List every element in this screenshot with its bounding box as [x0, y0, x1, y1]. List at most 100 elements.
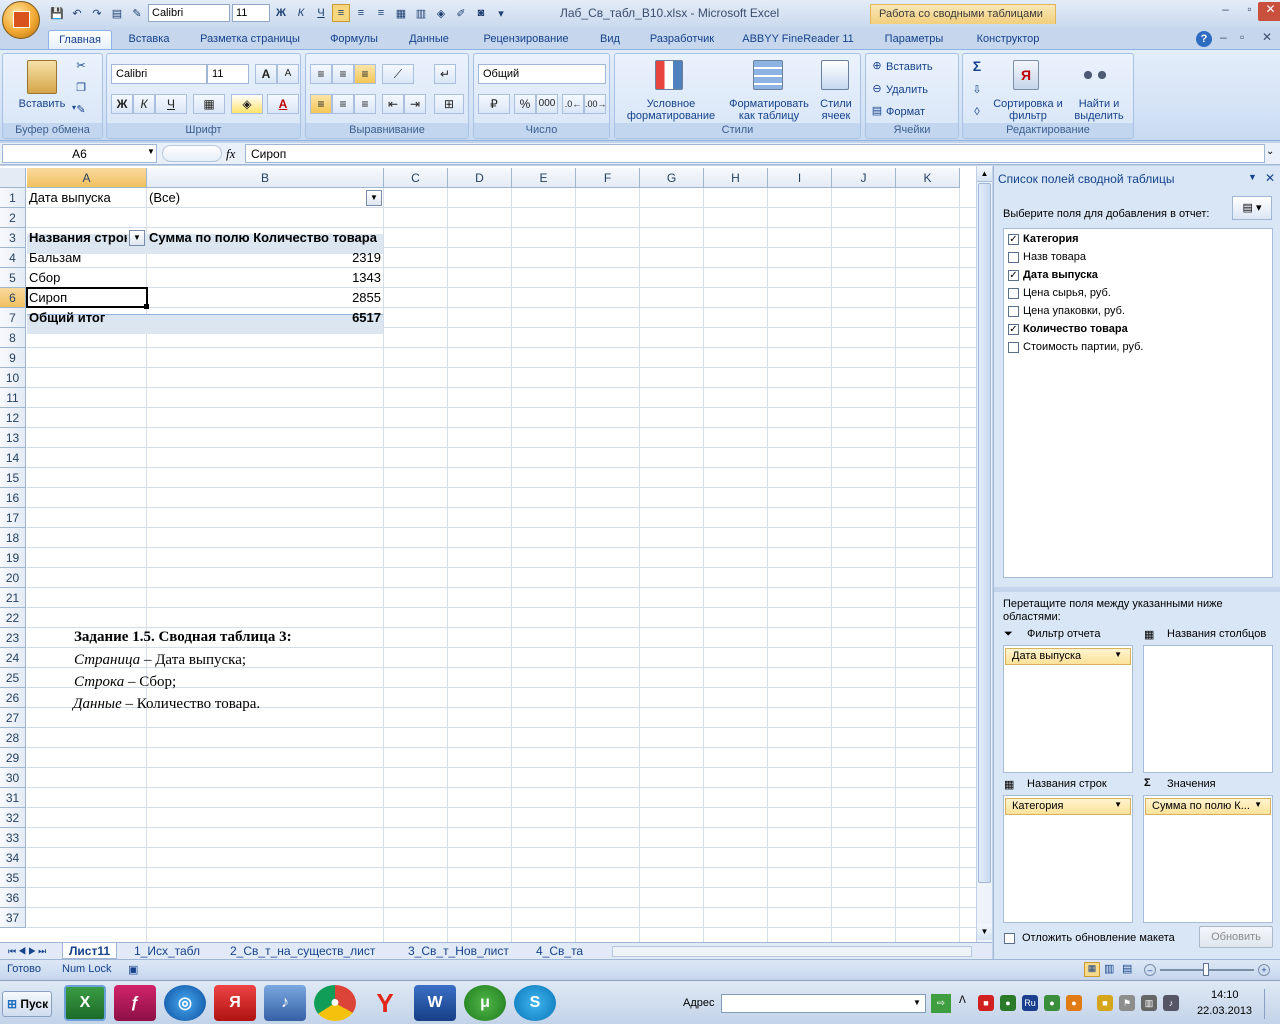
conditional-formatting-button[interactable]: Условное форматирование: [617, 98, 725, 122]
workbook-close-icon[interactable]: ✕: [1262, 30, 1272, 44]
tray-app-icon[interactable]: ●: [1044, 995, 1060, 1011]
find-select-button[interactable]: Найти и выделить: [1067, 98, 1131, 122]
row-header[interactable]: 32: [0, 808, 26, 828]
column-header-d[interactable]: D: [448, 168, 512, 188]
align-center-icon[interactable]: ≡: [352, 4, 370, 22]
media-taskbar-icon[interactable]: ♪: [264, 985, 306, 1021]
increase-indent-icon[interactable]: ⇥: [404, 94, 426, 114]
row-header[interactable]: 22: [0, 608, 26, 628]
save-icon[interactable]: 💾: [48, 4, 66, 22]
pivot-row-header[interactable]: Названия строк: [27, 228, 127, 248]
field-item[interactable]: Цена сырья, руб.: [1008, 284, 1111, 302]
pivot-item-name[interactable]: Сбор: [27, 268, 147, 288]
pivot-filter-label[interactable]: Дата выпуска: [27, 188, 147, 208]
page-layout-view-icon[interactable]: ▥: [1104, 962, 1114, 975]
paste-button[interactable]: Вставить: [7, 98, 77, 110]
field-item[interactable]: ✓ Количество товара: [1008, 320, 1128, 338]
utorrent-taskbar-icon[interactable]: μ: [464, 985, 506, 1021]
sheet-tab[interactable]: 1_Исх_табл: [128, 943, 206, 959]
normal-view-icon[interactable]: ▦: [1084, 962, 1100, 977]
yandex-taskbar-icon[interactable]: Я: [214, 985, 256, 1021]
pivot-total-value[interactable]: 6517: [147, 308, 383, 328]
column-header-f[interactable]: F: [576, 168, 640, 188]
qat-italic-button[interactable]: К: [292, 4, 310, 22]
tray-app-icon[interactable]: ■: [978, 995, 994, 1011]
column-header-j[interactable]: J: [832, 168, 896, 188]
center-ribbon-icon[interactable]: ≡: [332, 94, 354, 114]
field-checkbox[interactable]: ✓: [1008, 233, 1019, 245]
clock-time[interactable]: 14:10: [1211, 989, 1239, 1001]
go-icon[interactable]: ⇨: [931, 994, 951, 1013]
show-desktop-button[interactable]: [1264, 989, 1278, 1019]
vertical-scrollbar[interactable]: ▲ ▼: [976, 166, 992, 942]
italic-button[interactable]: К: [133, 94, 155, 114]
value-field-chip[interactable]: Сумма по полю К... ▼: [1145, 798, 1271, 815]
orientation-icon[interactable]: ⟋: [382, 64, 414, 84]
pivot-item-value[interactable]: 1343: [147, 268, 383, 288]
number-format-select[interactable]: Общий: [478, 64, 606, 84]
font-name-select[interactable]: Calibri: [111, 64, 207, 84]
chip-dropdown-icon[interactable]: ▼: [1114, 650, 1122, 659]
language-indicator[interactable]: Ru: [1022, 995, 1038, 1011]
clock-date[interactable]: 22.03.2013: [1197, 1005, 1252, 1017]
row-header[interactable]: 5: [0, 268, 26, 288]
field-item[interactable]: ✓ Категория: [1008, 230, 1079, 248]
start-button[interactable]: ⊞ Пуск: [2, 991, 52, 1017]
wrap-text-icon[interactable]: ↵: [434, 64, 456, 84]
column-header-h[interactable]: H: [704, 168, 768, 188]
horizontal-scrollbar[interactable]: [612, 946, 972, 957]
field-item[interactable]: Назв товара: [1008, 248, 1086, 266]
chrome-taskbar-icon[interactable]: ●: [314, 985, 356, 1021]
row-header[interactable]: 19: [0, 548, 26, 568]
tab-developer[interactable]: Разработчик: [640, 30, 724, 50]
sheet-nav-icon[interactable]: ⏮◀▶⏭: [2, 943, 54, 959]
row-header[interactable]: 7: [0, 308, 26, 328]
row-header[interactable]: 36: [0, 888, 26, 908]
macro-record-icon[interactable]: ▣: [128, 963, 138, 976]
font-color-button[interactable]: A: [267, 94, 299, 114]
row-header[interactable]: 8: [0, 328, 26, 348]
tab-home[interactable]: Главная: [48, 30, 112, 50]
insert-function-button[interactable]: fx: [226, 146, 235, 162]
help-icon[interactable]: ?: [1196, 31, 1212, 47]
row-header[interactable]: 17: [0, 508, 26, 528]
field-item[interactable]: Цена упаковки, руб.: [1008, 302, 1125, 320]
clear-icon[interactable]: ◊: [967, 106, 987, 118]
ribbon-restore-icon[interactable]: ▫: [1240, 30, 1244, 44]
format-as-table-button[interactable]: Форматировать как таблицу: [725, 98, 813, 122]
column-header-k[interactable]: K: [896, 168, 960, 188]
expand-formula-icon[interactable]: ⌄: [1266, 146, 1274, 157]
tab-options[interactable]: Параметры: [872, 30, 956, 50]
address-input[interactable]: [721, 994, 926, 1013]
align-bottom-icon[interactable]: ≡: [354, 64, 376, 84]
row-header[interactable]: 4: [0, 248, 26, 268]
skype-taskbar-icon[interactable]: S: [514, 985, 556, 1021]
tab-abbyy[interactable]: ABBYY FineReader 11: [736, 30, 860, 50]
update-button[interactable]: Обновить: [1199, 926, 1273, 948]
zoom-in-icon[interactable]: +: [1258, 964, 1270, 976]
format-painter-ribbon-icon[interactable]: ✎: [73, 104, 89, 116]
sort-filter-button[interactable]: Сортировка и фильтр: [993, 98, 1063, 122]
tab-review[interactable]: Рецензирование: [472, 30, 580, 50]
row-header[interactable]: 27: [0, 708, 26, 728]
tray-app-icon[interactable]: ■: [1097, 995, 1113, 1011]
merge-center-icon[interactable]: ⊞: [434, 94, 464, 114]
row-header[interactable]: 11: [0, 388, 26, 408]
defer-update-checkbox[interactable]: [1004, 933, 1015, 944]
row-header[interactable]: 16: [0, 488, 26, 508]
row-header[interactable]: 6: [0, 288, 26, 308]
borders-icon[interactable]: ▦: [193, 94, 225, 114]
increase-decimal-icon[interactable]: .0←: [562, 94, 584, 114]
row-header[interactable]: 23: [0, 628, 26, 648]
qat-bold-button[interactable]: Ж: [272, 4, 290, 22]
pane-close-icon[interactable]: ✕: [1265, 171, 1275, 185]
field-checkbox[interactable]: ✓: [1008, 269, 1019, 281]
field-checkbox[interactable]: [1008, 341, 1019, 353]
field-checkbox[interactable]: [1008, 251, 1019, 263]
pivot-item-name[interactable]: Бальзам: [27, 248, 147, 268]
row-header[interactable]: 21: [0, 588, 26, 608]
row-header[interactable]: 12: [0, 408, 26, 428]
row-header[interactable]: 26: [0, 688, 26, 708]
column-header-b[interactable]: B: [147, 168, 384, 188]
scroll-thumb[interactable]: [978, 183, 991, 883]
